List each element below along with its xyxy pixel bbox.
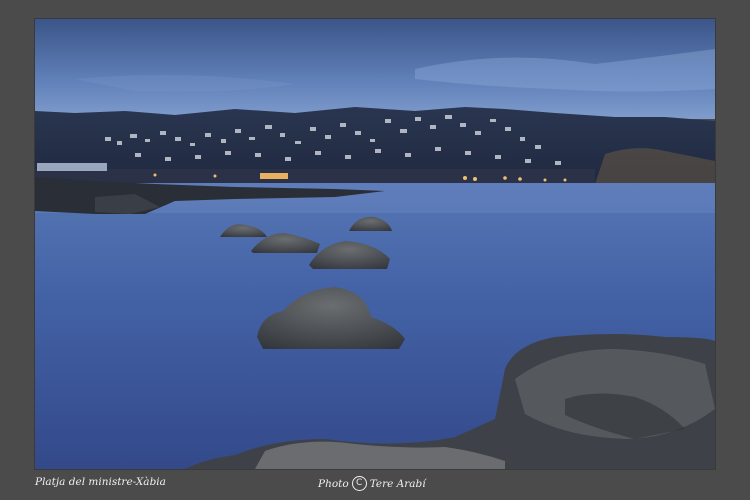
photo-prefix: Photo xyxy=(318,477,349,490)
location-caption: Platja del ministre-Xàbia xyxy=(35,476,166,488)
author-name: Tere Arabí xyxy=(369,477,426,490)
copyright-icon: C xyxy=(351,476,367,491)
seascape-photo xyxy=(35,19,715,469)
shoreline xyxy=(35,169,595,183)
photo-frame: Platja del ministre-Xàbia Photo C Tere A… xyxy=(0,0,750,500)
photo-credit: Photo C Tere Arabí xyxy=(318,476,426,491)
